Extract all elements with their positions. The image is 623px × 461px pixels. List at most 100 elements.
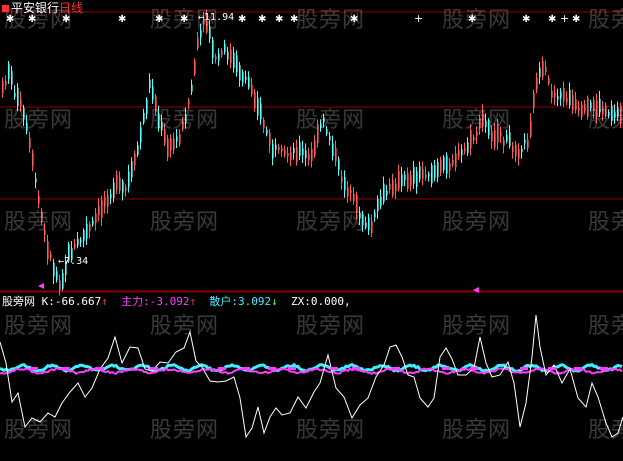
- star-marker: ✱: [118, 14, 126, 25]
- signal-dash: [62, 367, 70, 370]
- candlestick: [32, 152, 34, 167]
- candlestick: [374, 212, 376, 218]
- main-force-value: -3.092: [149, 295, 190, 308]
- candlestick: [512, 146, 514, 153]
- candlestick: [455, 153, 457, 168]
- main-force-arrow-icon: ↑: [189, 295, 197, 308]
- candlestick: [227, 51, 229, 60]
- candlestick: [47, 241, 49, 259]
- candlestick: [221, 50, 223, 56]
- candlestick: [251, 84, 253, 95]
- period-label[interactable]: 日线: [59, 1, 83, 15]
- candlestick: [299, 142, 301, 157]
- candlestick: [350, 190, 352, 194]
- candlestick: [473, 137, 475, 141]
- candlestick: [524, 139, 526, 143]
- candlestick: [173, 138, 175, 150]
- watermark: 股旁网: [4, 108, 74, 133]
- star-marker: ✱: [275, 14, 283, 25]
- watermark: 股旁网: [150, 418, 220, 443]
- indicator-name[interactable]: 股旁网: [2, 295, 35, 308]
- candlestick: [50, 254, 52, 259]
- candlesticks: [2, 9, 622, 296]
- candlestick: [431, 165, 433, 184]
- candlestick: [530, 120, 532, 136]
- candlestick: [281, 148, 283, 152]
- star-marker: ✱: [572, 14, 580, 25]
- retail-arrow-icon: ↓: [271, 295, 278, 308]
- candlestick: [53, 262, 55, 277]
- candlestick: [218, 53, 220, 61]
- candlestick: [440, 160, 442, 172]
- candlestick: [95, 213, 97, 224]
- candlestick: [368, 217, 370, 231]
- signal-dash: [600, 367, 608, 370]
- candlestick: [536, 77, 538, 90]
- candlestick: [125, 187, 127, 191]
- candlestick: [77, 238, 79, 246]
- candlestick: [233, 52, 235, 69]
- candlestick: [557, 96, 559, 100]
- watermark: 股旁网: [588, 108, 623, 133]
- candlestick: [377, 198, 379, 212]
- watermark: 股旁网: [588, 8, 623, 33]
- candlestick: [515, 144, 517, 157]
- k-value: -66.667: [54, 295, 102, 308]
- signal-dash: [352, 367, 360, 370]
- star-marker: ✱: [548, 14, 556, 25]
- candlestick: [14, 93, 16, 97]
- candlestick: [134, 153, 136, 166]
- candlestick: [293, 147, 295, 154]
- candlestick: [353, 193, 355, 202]
- chart-menu-icon[interactable]: [2, 5, 9, 12]
- signal-dash: [268, 367, 276, 370]
- watermark: 股旁网: [296, 108, 366, 133]
- candlestick: [545, 67, 547, 72]
- candlestick: [2, 80, 4, 93]
- candlestick: [584, 104, 586, 112]
- candlestick: [566, 97, 568, 103]
- low-price-annotation: ←7.34: [58, 256, 89, 267]
- watermark: 股旁网: [588, 314, 623, 339]
- candlestick: [314, 140, 316, 156]
- candlestick: [242, 71, 244, 83]
- candlestick: [434, 164, 436, 178]
- watermark: 股旁网: [442, 314, 512, 339]
- candlestick: [152, 86, 154, 100]
- low-price-value: 7.34: [64, 256, 89, 267]
- k-arrow-icon: ↑: [101, 295, 108, 308]
- candlestick: [344, 176, 346, 191]
- candlestick: [506, 134, 508, 142]
- high-price-annotation: ←11.94: [198, 12, 235, 23]
- star-marker: ✱: [258, 14, 266, 25]
- candlestick: [413, 167, 415, 184]
- candlestick: [428, 173, 430, 177]
- candlestick: [419, 166, 421, 180]
- candlestick: [539, 67, 541, 78]
- candlestick: [458, 149, 460, 157]
- candlestick: [131, 161, 133, 178]
- stock-name[interactable]: 平安银行: [11, 1, 59, 15]
- candlestick: [422, 169, 424, 179]
- candlestick: [197, 37, 199, 49]
- candlestick: [263, 119, 265, 129]
- candlestick: [191, 84, 193, 92]
- candlestick: [308, 153, 310, 161]
- candlestick: [260, 103, 262, 120]
- candlestick: [395, 183, 397, 191]
- candlestick: [407, 173, 409, 189]
- candlestick: [62, 272, 64, 289]
- candlestick: [107, 195, 109, 207]
- star-marker: ✱: [522, 14, 530, 25]
- watermark: 股旁网: [150, 210, 220, 235]
- candlestick: [116, 174, 118, 190]
- candlestick: [149, 79, 151, 89]
- chart-title: 平安银行日线: [2, 1, 83, 15]
- candlestick: [86, 223, 88, 239]
- candlestick: [404, 174, 406, 181]
- candlestick: [503, 139, 505, 146]
- candlestick: [170, 138, 172, 151]
- candlestick: [287, 153, 289, 157]
- candlestick: [104, 197, 106, 207]
- watermark: 股旁网: [150, 314, 220, 339]
